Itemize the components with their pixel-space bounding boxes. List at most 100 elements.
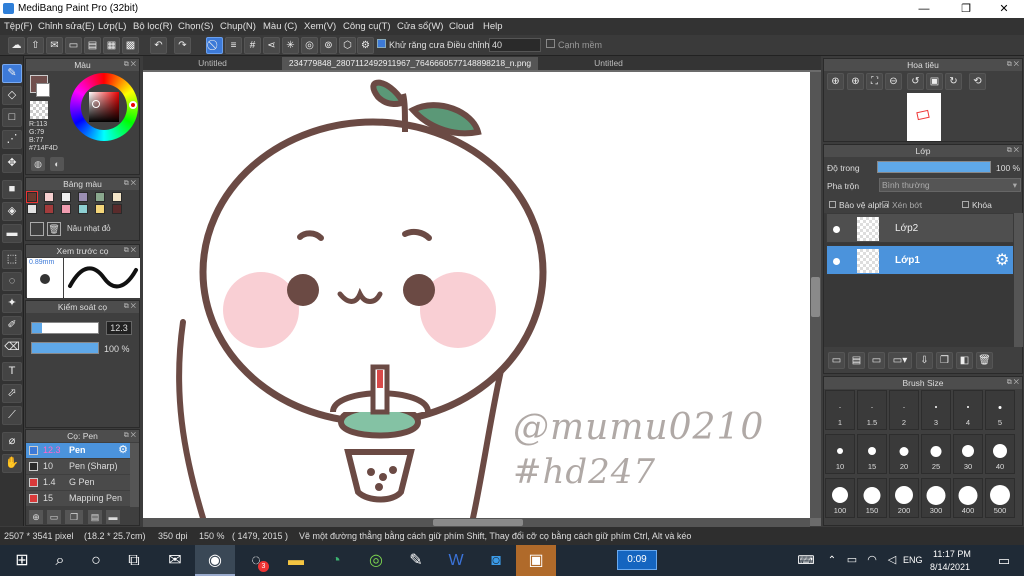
brush-list-item[interactable]: 10 Pen (Sharp) [26, 459, 130, 474]
menu-select[interactable]: Chọn(S) [178, 21, 213, 32]
select-tool-icon[interactable]: ⬚ [2, 250, 22, 269]
snap-off-icon[interactable]: ⃠ [206, 37, 223, 54]
brush-size-cell[interactable]: 300 [921, 478, 951, 518]
brush-tool-icon[interactable]: ✎ [2, 64, 22, 83]
circle-snap-icon[interactable]: ◎ [301, 37, 318, 54]
dot-tool-icon[interactable]: ⋰ [2, 130, 22, 149]
brush-size-cell[interactable]: 500 [985, 478, 1015, 518]
navigator-viewport[interactable] [916, 109, 930, 121]
palette-swatch[interactable] [27, 204, 37, 214]
perspective-snap-icon[interactable]: ⋖ [263, 37, 280, 54]
edge-browser-icon[interactable]: ◔ [316, 545, 356, 576]
palette-swatch[interactable] [95, 204, 105, 214]
edge-checkbox[interactable] [546, 39, 555, 48]
layer-settings-icon[interactable]: ⚙ [995, 250, 1009, 270]
brush-list-scrollbar[interactable] [130, 443, 139, 507]
new-swatch-icon[interactable] [30, 222, 44, 236]
volume-icon[interactable]: ◁ [882, 545, 902, 576]
palette-swatch[interactable] [44, 192, 54, 202]
tab-untitled-1[interactable]: Untitled [145, 57, 280, 70]
upload-icon[interactable]: ⇧ [27, 37, 44, 54]
parallel-snap-icon[interactable]: ≡ [225, 37, 242, 54]
color-settings-icon[interactable]: ◐ [50, 157, 64, 171]
brush-copy-icon[interactable]: ❐ [65, 510, 83, 524]
task-view-icon[interactable]: ⧉ [114, 545, 154, 576]
clock-date[interactable]: 8/14/2021 [930, 562, 970, 572]
layer-row-2[interactable]: Lớp2 [826, 213, 1014, 243]
mail-icon[interactable]: ✉ [155, 545, 195, 576]
merge-layer-icon[interactable]: ◧ [956, 352, 973, 369]
delete-layer-icon[interactable]: 🗑 [976, 352, 993, 369]
polygon-snap-icon[interactable]: ⬡ [339, 37, 356, 54]
brush-size-cell[interactable]: 10 [825, 434, 855, 474]
protect-alpha-checkbox[interactable] [829, 201, 836, 208]
zoom-in-icon[interactable]: ⊕ [827, 73, 844, 90]
brush-list-item[interactable]: 1.4 G Pen [26, 475, 130, 490]
messenger-icon[interactable]: ◌ 3 [236, 545, 276, 576]
text-tool-icon[interactable]: T [2, 362, 22, 381]
delete-swatch-icon[interactable]: 🗑 [47, 222, 61, 236]
brush-size-cell[interactable]: 25 [921, 434, 951, 474]
brush-size-cell[interactable]: 30 [953, 434, 983, 474]
rotate-left-icon[interactable]: ↺ [907, 73, 924, 90]
canvas-vertical-scrollbar[interactable] [810, 72, 821, 518]
language-indicator[interactable]: ENG [903, 555, 923, 565]
hand-tool-icon[interactable]: ✋ [2, 454, 22, 473]
menu-cloud[interactable]: Cloud [449, 21, 474, 32]
new-halftone-layer-icon[interactable]: ▤ [848, 352, 865, 369]
palette-swatch[interactable] [61, 192, 71, 202]
color-wheel[interactable] [70, 73, 138, 141]
menu-filter[interactable]: Bộ lọc(R) [133, 21, 173, 32]
zoom-meeting-icon[interactable]: ◙ [476, 545, 516, 576]
fit-icon[interactable]: ⛶ [866, 73, 883, 90]
layer-opacity-slider[interactable] [877, 161, 991, 173]
palette-swatch[interactable] [78, 204, 88, 214]
brush-size-cell[interactable]: 400 [953, 478, 983, 518]
app-icon[interactable]: ◎ [356, 545, 396, 576]
cortana-icon[interactable]: ○ [76, 545, 116, 576]
brush-size-cell[interactable]: 1.5 [857, 390, 887, 430]
rotate-right-icon[interactable]: ↻ [945, 73, 962, 90]
snap-settings-icon[interactable]: ⚙ [357, 37, 374, 54]
layer-row-1[interactable]: Lớp1 ⚙ [826, 245, 1014, 275]
palette-swatch[interactable] [112, 204, 122, 214]
menu-file[interactable]: Tệp(F) [4, 21, 33, 32]
brush-edit-icon[interactable]: ▤ [88, 510, 102, 524]
palette-swatch[interactable] [44, 204, 54, 214]
cross-snap-icon[interactable]: # [244, 37, 261, 54]
windows-start-icon[interactable]: ⊞ [2, 545, 42, 576]
keyboard-icon[interactable]: ⌨ [786, 545, 826, 576]
page-icon[interactable]: ▤ [84, 37, 101, 54]
hue-handle[interactable] [129, 101, 137, 109]
palette-swatch[interactable] [78, 192, 88, 202]
transparent-color-swatch[interactable] [30, 101, 48, 119]
menu-edit[interactable]: Chỉnh sửa(E) [38, 21, 95, 32]
eraser-tool-icon[interactable]: ◇ [2, 86, 22, 105]
layout-icon[interactable]: ▦ [103, 37, 120, 54]
medibang-taskbar-icon[interactable]: ▣ [516, 545, 556, 576]
vertical-scroll-thumb[interactable] [811, 277, 820, 317]
gradient-tool-icon[interactable]: ▬ [2, 224, 22, 243]
message-icon[interactable]: ▭ [65, 37, 82, 54]
brush-size-input[interactable]: 12.3 [106, 321, 132, 335]
select-pen-tool-icon[interactable]: ✐ [2, 316, 22, 335]
move-tool-icon[interactable]: ✥ [2, 154, 22, 173]
fill-rect-tool-icon[interactable]: ■ [2, 180, 22, 199]
tray-chevron-icon[interactable]: ⌃ [822, 545, 842, 576]
brush-list-item[interactable]: 12.3 Pen ⚙ [26, 443, 130, 458]
battery-icon[interactable]: ▭ [842, 545, 862, 576]
tab-untitled-2[interactable]: Untitled [541, 57, 676, 70]
lock-checkbox[interactable] [962, 201, 969, 208]
layer-scrollbar[interactable] [1014, 213, 1023, 347]
menu-window[interactable]: Cửa sổ(W) [397, 21, 443, 32]
zoom-in-2-icon[interactable]: ⊕ [847, 73, 864, 90]
brush-size-cell[interactable]: 100 [825, 478, 855, 518]
brush-size-cell[interactable]: 1 [825, 390, 855, 430]
brush-size-slider[interactable] [31, 322, 99, 334]
palette-icon[interactable]: ◍ [31, 157, 45, 171]
palette-swatch[interactable] [95, 192, 105, 202]
brush-size-cell[interactable]: 3 [921, 390, 951, 430]
horizontal-scroll-thumb[interactable] [433, 519, 523, 526]
color-picker-handle[interactable] [92, 100, 100, 108]
zoom-out-icon[interactable]: ⊖ [885, 73, 902, 90]
